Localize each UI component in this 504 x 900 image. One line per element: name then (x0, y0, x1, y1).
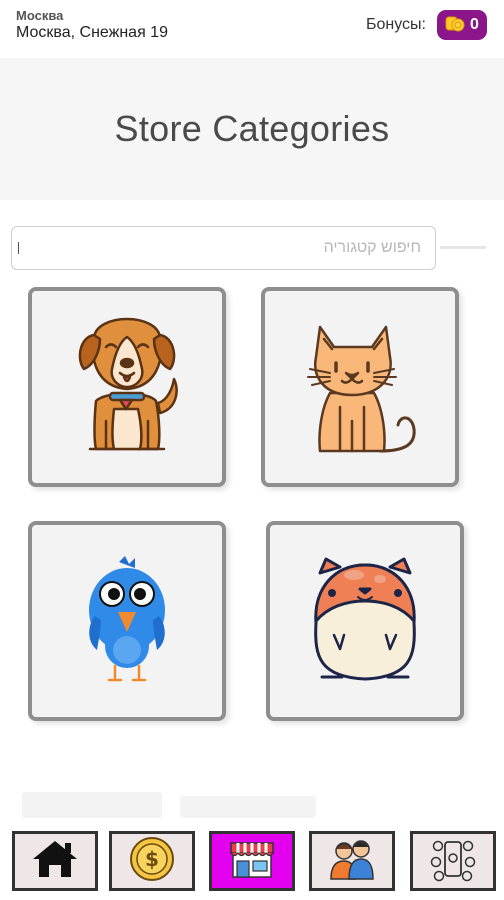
delivery-address[interactable]: Москва, Снежная 19 (16, 24, 168, 42)
nav-store-button[interactable] (209, 831, 295, 891)
category-search[interactable] (11, 226, 436, 270)
nav-community-button[interactable] (309, 831, 395, 891)
page-title: Store Categories (114, 108, 390, 149)
search-divider (440, 246, 486, 249)
nav-social-button[interactable] (410, 831, 496, 891)
nav-coins-button[interactable]: $ (109, 831, 195, 891)
bonus-label: Бонусы: (366, 16, 426, 33)
placeholder-block (22, 792, 162, 818)
text-cursor (18, 242, 19, 254)
category-card-hamster[interactable] (266, 521, 464, 721)
bird-icon (85, 554, 169, 689)
social-media-icon (430, 836, 476, 887)
city-name: Москва (16, 8, 64, 23)
hamster-icon (306, 553, 424, 690)
community-icon (329, 837, 375, 886)
bonus-count: 0 (470, 16, 479, 33)
cat-icon (300, 311, 420, 464)
category-card-bird[interactable] (28, 521, 226, 721)
nav-home-button[interactable] (12, 831, 98, 891)
bonus-badge[interactable]: 0 (437, 10, 487, 40)
top-header: Москва Москва, Снежная 19 Бонусы: 0 (0, 0, 504, 58)
svg-text:$: $ (145, 847, 159, 871)
store-icon (229, 839, 275, 884)
category-search-input[interactable] (12, 227, 435, 269)
category-card-dog[interactable] (28, 287, 226, 487)
coins-icon (445, 14, 465, 37)
dollar-coin-icon: $ (129, 836, 175, 887)
category-card-cat[interactable] (261, 287, 459, 487)
page-banner: Store Categories (0, 58, 504, 200)
dog-icon (72, 317, 182, 458)
placeholder-block (180, 796, 316, 818)
home-icon (31, 839, 79, 884)
